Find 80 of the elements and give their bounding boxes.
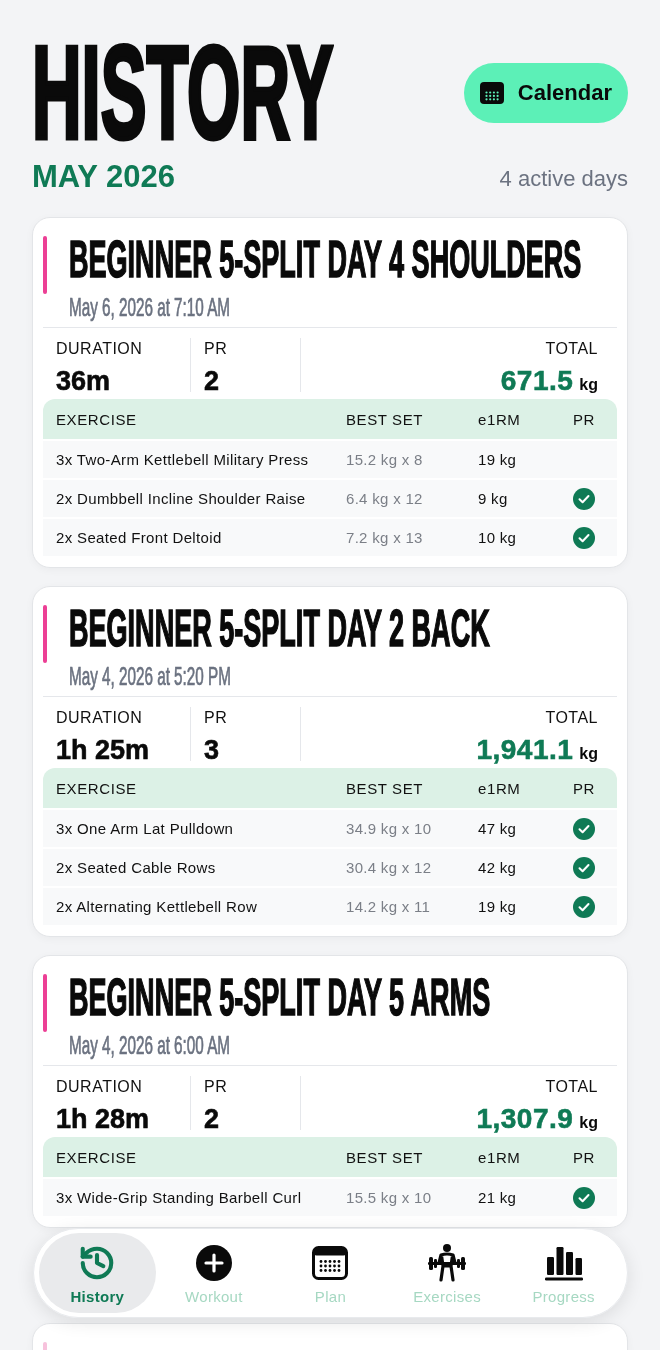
column-header: EXERCISE xyxy=(55,1149,137,1165)
calendar-icon xyxy=(479,82,504,104)
best-set: 7.2 kg x 13 xyxy=(346,530,423,545)
exercise-row[interactable]: 3x One Arm Lat Pulldown 34.9 kg x 10 47 kg xyxy=(43,810,617,847)
calendar-button[interactable]: Calendar xyxy=(463,63,628,123)
exercise-name: 2x Alternating Kettlebell Row xyxy=(55,899,258,914)
e1rm-value: 47 kg xyxy=(478,821,517,836)
e1rm-value: 19 kg xyxy=(478,452,517,467)
exercise-name: 3x One Arm Lat Pulldown xyxy=(55,821,234,836)
column-header: e1RM xyxy=(478,1149,521,1165)
active-days-count: 4 active days xyxy=(499,168,628,192)
stat-value: 2 xyxy=(204,1106,220,1133)
column-header: EXERCISE xyxy=(55,780,137,796)
workout-title: BEGINNER 5-SPLIT DAY 4 SHOULDERS xyxy=(69,239,582,281)
exercise-row[interactable]: 2x Alternating Kettlebell Row 14.2 kg x 11 19 kg xyxy=(43,888,617,925)
column-header: BEST SET xyxy=(346,1149,424,1165)
workout-title: BEGINNER 5-SPLIT DAY 2 BACK xyxy=(69,608,490,650)
column-header: e1RM xyxy=(478,411,521,427)
column-header: BEST SET xyxy=(346,780,424,796)
column-header: EXERCISE xyxy=(55,411,137,427)
e1rm-value: 19 kg xyxy=(478,899,517,914)
workout-date: May 4, 2026 at 6:00 AM xyxy=(69,1033,231,1058)
exercise-name: 3x Wide-Grip Standing Barbell Curl xyxy=(55,1190,302,1205)
workout-card[interactable]: BEGINNER 5-SPLIT DAY 5 ARMS May 4, 2026 at 6:00 AM DURATION 1h 28m PR 2 TOTAL 1,307.9 kg EXERCISE BEST SET e1RM PR 3x Wide-Grip Standing Barbell Curl 15.5 kg x 10 21 kg xyxy=(32,955,628,1228)
best-set: 15.5 kg x 10 xyxy=(346,1190,432,1205)
exercise-row[interactable]: 2x Dumbbell Incline Shoulder Raise 6.4 kg x 12 9 kg xyxy=(43,480,617,517)
e1rm-value: 42 kg xyxy=(478,860,517,875)
bar-chart-icon xyxy=(543,1244,584,1281)
stat-value: 36m xyxy=(56,368,111,395)
month-label: MAY 2026 xyxy=(32,161,176,192)
total-value: 1,941.1 xyxy=(476,736,574,764)
stat-label: PR xyxy=(204,341,228,357)
best-set: 34.9 kg x 10 xyxy=(346,821,432,836)
total-label: TOTAL xyxy=(545,710,598,726)
workout-card[interactable] xyxy=(32,586,628,937)
calendar-icon xyxy=(312,1245,349,1280)
total-unit: kg xyxy=(579,746,598,762)
best-set: 15.2 kg x 8 xyxy=(346,452,423,467)
exercise-row[interactable]: 2x Seated Front Deltoid 7.2 kg x 13 10 kg xyxy=(43,519,617,556)
stat-value: 1h 28m xyxy=(56,1106,150,1133)
exercise-name: 3x Two-Arm Kettlebell Military Press xyxy=(55,452,309,467)
workout-card[interactable] xyxy=(32,217,628,568)
total-value: 1,307.9 xyxy=(476,1105,574,1133)
stat-value: 3 xyxy=(204,737,220,764)
e1rm-value: 21 kg xyxy=(478,1190,517,1205)
workout-title: BEGINNER 5-SPLIT DAY 5 ARMS xyxy=(69,977,491,1019)
page-title: HISTORY xyxy=(32,40,334,146)
best-set: 30.4 kg x 12 xyxy=(346,860,432,875)
stat-value: 1h 25m xyxy=(56,737,150,764)
best-set: 14.2 kg x 11 xyxy=(346,899,431,914)
stat-label: DURATION xyxy=(56,710,143,726)
exercise-name: 2x Seated Cable Rows xyxy=(55,860,216,875)
exercise-row[interactable]: 3x Two-Arm Kettlebell Military Press 15.2 kg x 8 19 kg xyxy=(43,441,617,478)
stat-value: 2 xyxy=(204,368,220,395)
column-header: PR xyxy=(572,411,595,427)
plus-circle-icon xyxy=(195,1244,232,1281)
total-label: TOTAL xyxy=(545,341,598,357)
exercise-row[interactable]: 3x Wide-Grip Standing Barbell Curl 15.5 kg x 10 21 kg xyxy=(43,1179,617,1216)
column-header: e1RM xyxy=(478,780,521,796)
stat-label: DURATION xyxy=(56,1079,143,1095)
stat-label: PR xyxy=(204,710,228,726)
stat-label: PR xyxy=(204,1079,228,1095)
total-unit: kg xyxy=(579,377,598,393)
weightlifter-icon xyxy=(426,1241,469,1284)
e1rm-value: 9 kg xyxy=(478,491,508,506)
best-set: 6.4 kg x 12 xyxy=(346,491,423,506)
exercise-name: 2x Seated Front Deltoid xyxy=(55,530,222,545)
workout-date: May 6, 2026 at 7:10 AM xyxy=(69,295,231,320)
total-unit: kg xyxy=(579,1115,598,1131)
stat-label: DURATION xyxy=(56,341,143,357)
exercise-row[interactable]: 2x Seated Cable Rows 30.4 kg x 12 42 kg xyxy=(43,849,617,886)
exercise-name: 2x Dumbbell Incline Shoulder Raise xyxy=(55,491,306,506)
total-value: 671.5 xyxy=(500,367,574,395)
total-label: TOTAL xyxy=(545,1079,598,1095)
e1rm-value: 10 kg xyxy=(478,530,517,545)
nav-tab[interactable]: History xyxy=(39,1233,156,1313)
column-header: PR xyxy=(572,1149,595,1165)
column-header: PR xyxy=(572,780,595,796)
column-header: BEST SET xyxy=(346,411,424,427)
workout-date: May 4, 2026 at 5:20 PM xyxy=(69,664,231,689)
